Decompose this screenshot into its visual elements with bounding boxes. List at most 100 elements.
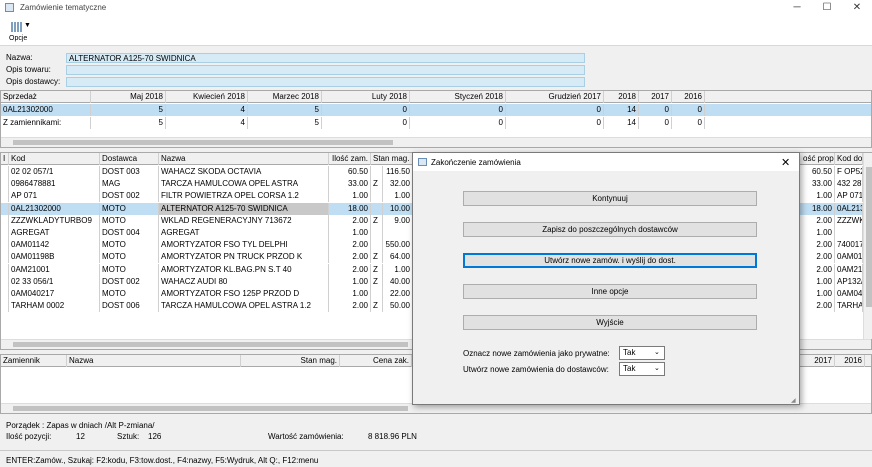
item-cell: MAG — [100, 178, 159, 191]
item-cell: AMORTYZATOR PN TRUCK PRZOD K — [159, 251, 329, 264]
item-cell: 33.00 — [801, 178, 835, 191]
item-cell: 116.50 — [383, 166, 413, 178]
continue-button[interactable]: Kontynuuj — [463, 191, 757, 206]
item-cell: 2.00 — [801, 251, 835, 264]
item-cell: ZZZWKL — [835, 214, 863, 227]
item-cell: 1.00 — [801, 275, 835, 288]
item-cell: 33.00 — [329, 178, 371, 191]
items-vertical-scrollbar[interactable] — [863, 153, 872, 339]
sales-col-header[interactable]: Sprzedaż — [1, 91, 91, 103]
options-button[interactable]: Opcje — [9, 35, 27, 42]
sales-col-header[interactable]: Grudzień 2017 — [506, 91, 604, 103]
item-cell: 10.00 — [383, 202, 413, 215]
item-cell: WAHACZ AUDI 80 — [159, 275, 329, 288]
sales-cell: 0 — [639, 104, 672, 116]
scroll-thumb[interactable] — [13, 406, 408, 411]
items-col-header[interactable]: Stan mag. — [371, 153, 413, 165]
item-cell — [371, 239, 383, 252]
item-cell: TARHAM — [837, 300, 863, 313]
sales-col-header[interactable]: Styczeń 2018 — [410, 91, 506, 103]
save-to-suppliers-button[interactable]: Zapisz do poszczególnych dostawców — [463, 222, 757, 237]
item-cell: 40.00 — [383, 275, 413, 288]
subs-col-header[interactable]: Zamiennik — [1, 355, 67, 367]
item-cell: AMORTYZATOR FSO 125P PRZOD D — [159, 288, 329, 300]
dialog-title: Zakończenie zamówienia — [431, 158, 521, 167]
scroll-thumb[interactable] — [13, 342, 408, 347]
scroll-thumb[interactable] — [866, 167, 872, 307]
sales-cell: 5 — [248, 117, 322, 129]
table-row[interactable]: 0AL21302000 5 4 5 0 0 0 14 0 0 — [1, 104, 871, 116]
subs-col-header[interactable]: Nazwa — [67, 355, 241, 367]
item-cell: 2.00 — [329, 214, 371, 227]
item-cell: 2.00 — [329, 300, 371, 313]
items-col-header[interactable]: Ilość zam. — [329, 153, 371, 165]
sales-col-header[interactable]: 2017 — [639, 91, 672, 103]
private-select[interactable]: Tak ⌄ — [619, 346, 665, 360]
close-icon[interactable]: ✕ — [842, 0, 872, 15]
items-col-header[interactable]: Kod dos — [835, 153, 863, 165]
chevron-down-icon: ⌄ — [654, 349, 660, 356]
items-col-header[interactable]: ość prop. — [801, 153, 835, 165]
sales-cell: 0 — [410, 117, 506, 129]
item-cell: DOST 002 — [100, 275, 159, 288]
resize-grip-icon[interactable]: ◢ — [791, 397, 796, 404]
sales-header-row: Sprzedaż Maj 2018 Kwiecień 2018 Marzec 2… — [1, 91, 871, 103]
minimize-icon[interactable]: ─ — [782, 0, 812, 15]
table-row[interactable]: Z zamiennikami: 5 4 5 0 0 0 14 0 0 — [1, 117, 871, 129]
status-text: ENTER:Zamów., Szukaj: F2:kodu, F3:tow.do… — [6, 456, 319, 465]
item-cell: 60.50 — [801, 166, 835, 178]
pieces-value: 126 — [148, 432, 162, 441]
item-cell: DOST 004 — [100, 227, 159, 239]
items-col-header[interactable]: Dostawca — [100, 153, 159, 165]
sales-col-header[interactable]: Luty 2018 — [322, 91, 410, 103]
items-col-header[interactable]: Kod — [9, 153, 100, 165]
subs-col-header[interactable]: Stan mag. — [241, 355, 340, 367]
item-cell: FILTR POWIETRZA OPEL CORSA 1.2 — [159, 190, 329, 203]
sales-horizontal-scrollbar[interactable] — [1, 137, 871, 147]
chevron-down-icon[interactable]: ▼ — [24, 22, 31, 29]
item-cell: WAHACZ SKODA OCTAVIA — [159, 166, 329, 178]
items-col-header[interactable]: I — [1, 153, 9, 165]
item-cell: 32.00 — [383, 178, 413, 191]
item-cell: 2.00 — [801, 263, 835, 276]
maximize-icon[interactable]: ☐ — [812, 0, 842, 15]
opis-towaru-field[interactable] — [66, 65, 585, 75]
item-cell: 0986478881 — [9, 178, 100, 191]
sales-cell: 14 — [604, 117, 639, 129]
opis-dostawcy-field[interactable] — [66, 77, 585, 87]
subs-col-header[interactable]: 2016 — [835, 355, 865, 367]
row-indicator — [1, 275, 9, 288]
sales-col-header[interactable]: Maj 2018 — [91, 91, 166, 103]
sales-cell: 0 — [639, 117, 672, 129]
sales-col-header[interactable]: 2018 — [604, 91, 639, 103]
item-cell: TARHAM 0002 — [9, 300, 100, 313]
item-cell: 0AL213 — [837, 202, 863, 215]
other-options-button[interactable]: Inne opcje — [463, 284, 757, 299]
item-cell: 1.00 — [801, 227, 835, 239]
item-cell: ZZZWKLADYTURBO9 — [9, 214, 100, 227]
nazwa-field[interactable]: ALTERNATOR A125-70 SWIDNICA — [66, 53, 585, 63]
sales-cell: 0 — [322, 117, 410, 129]
item-cell: 0AM21001 — [9, 263, 100, 276]
sales-col-header[interactable]: Kwiecień 2018 — [166, 91, 248, 103]
item-cell: AP 071 — [9, 190, 100, 203]
subs-col-header[interactable]: 2017 — [801, 355, 835, 367]
private-label: Oznacz nowe zamówienia jako prywatne: — [463, 349, 610, 358]
item-cell: 0AM01142 — [9, 239, 100, 252]
sales-col-header[interactable]: Marzec 2018 — [248, 91, 322, 103]
suppliers-select[interactable]: Tak ⌄ — [619, 362, 665, 376]
sales-col-header[interactable]: 2016 — [672, 91, 705, 103]
create-and-send-button[interactable]: Utwórz nowe zamów. i wyślij do dost. — [463, 253, 757, 268]
scroll-thumb[interactable] — [13, 140, 393, 145]
exit-button[interactable]: Wyjście — [463, 315, 757, 330]
item-cell: 0AM040 — [837, 288, 863, 300]
sales-cell: 0 — [506, 117, 604, 129]
subs-col-header[interactable]: Cena zak. — [340, 355, 412, 367]
end-order-dialog: Zakończenie zamówienia ✕ Kontynuuj Zapis… — [412, 152, 800, 405]
close-icon[interactable]: ✕ — [781, 156, 790, 169]
suppliers-select-value: Tak — [623, 364, 636, 373]
items-col-header[interactable]: Nazwa — [159, 153, 329, 165]
row-indicator — [1, 166, 9, 178]
options-icon[interactable] — [11, 22, 23, 32]
chevron-down-icon: ⌄ — [654, 365, 660, 372]
